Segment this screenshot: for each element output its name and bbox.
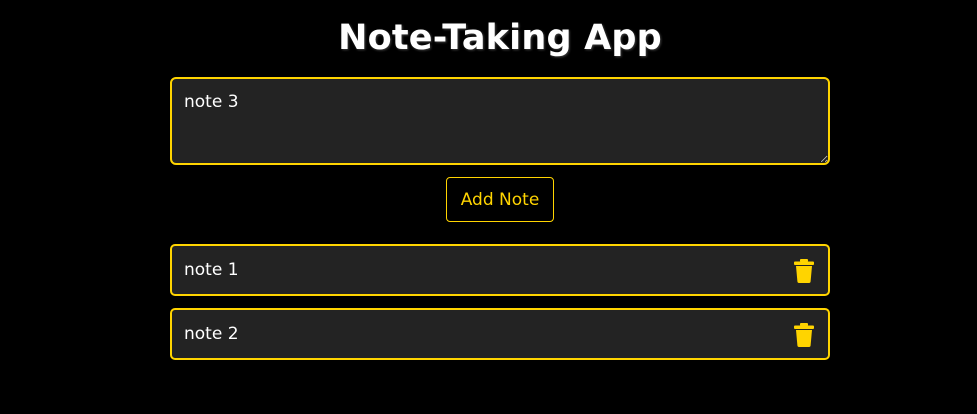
note-text: note 2 [184, 324, 239, 344]
page-title: Note-Taking App [338, 18, 662, 58]
app-container: Note-Taking App note 3 Add Note note 1 n… [0, 0, 977, 414]
note-item: note 1 [170, 244, 830, 296]
note-input[interactable]: note 3 [170, 77, 830, 165]
notes-list: note 1 note 2 [170, 244, 830, 372]
note-item: note 2 [170, 308, 830, 360]
add-note-button[interactable]: Add Note [446, 177, 554, 222]
trash-icon[interactable] [794, 259, 814, 283]
note-text: note 1 [184, 260, 239, 280]
trash-icon[interactable] [794, 323, 814, 347]
